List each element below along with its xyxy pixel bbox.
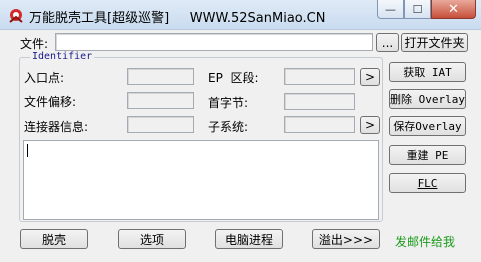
file-offset-label: 文件偏移: [24,95,77,109]
browse-button[interactable]: ... [376,33,399,52]
file-label: 文件: [20,37,49,51]
title-bar[interactable]: 万能脱壳工具[超级巡警] WWW.52SanMiao.CN — ☐ ✕ [0,0,481,30]
rebuild-pe-button[interactable]: 重建 PE [389,145,466,165]
subsystem-arrow-button[interactable]: > [360,116,380,134]
maximize-button[interactable]: ☐ [404,0,431,19]
email-me-link[interactable]: 发邮件给我 [395,233,455,250]
window-title: 万能脱壳工具[超级巡警] WWW.52SanMiao.CN [29,11,326,26]
linker-info-label: 连接器信息: [24,120,89,134]
ep-section-field[interactable] [284,68,355,85]
close-button[interactable]: ✕ [431,0,476,19]
unpack-button[interactable]: 脱壳 [20,229,88,249]
log-output[interactable] [23,140,379,220]
get-iat-button[interactable]: 获取 IAT [389,62,466,82]
options-button[interactable]: 选项 [118,229,186,249]
maximize-icon: ☐ [412,2,423,16]
file-path-input[interactable] [55,33,373,51]
overflow-button[interactable]: 溢出>>> [312,229,380,249]
text-caret [27,144,28,157]
save-overlay-button[interactable]: 保存Overlay [389,116,466,136]
subsystem-label: 子系统: [208,120,249,134]
flc-button[interactable]: FLC [389,173,466,193]
app-logo-icon [7,7,25,25]
entry-point-field[interactable] [127,68,194,85]
minimize-icon: — [385,2,396,16]
subsystem-field[interactable] [284,116,355,133]
close-icon: ✕ [448,1,459,17]
first-byte-field[interactable] [284,93,355,110]
first-byte-label: 首字节: [208,96,249,110]
open-folder-button[interactable]: 打开文件夹 [401,33,468,52]
ep-section-arrow-button[interactable]: > [360,68,380,86]
delete-overlay-button[interactable]: 删除 Overlay [389,89,466,109]
identifier-group-title: Identifier [30,51,95,62]
processes-button[interactable]: 电脑进程 [215,229,283,249]
file-offset-field[interactable] [127,92,194,109]
entry-point-label: 入口点: [24,71,65,85]
minimize-button[interactable]: — [377,0,404,19]
ep-section-label: EP 区段: [208,71,259,85]
linker-info-field[interactable] [127,116,194,133]
